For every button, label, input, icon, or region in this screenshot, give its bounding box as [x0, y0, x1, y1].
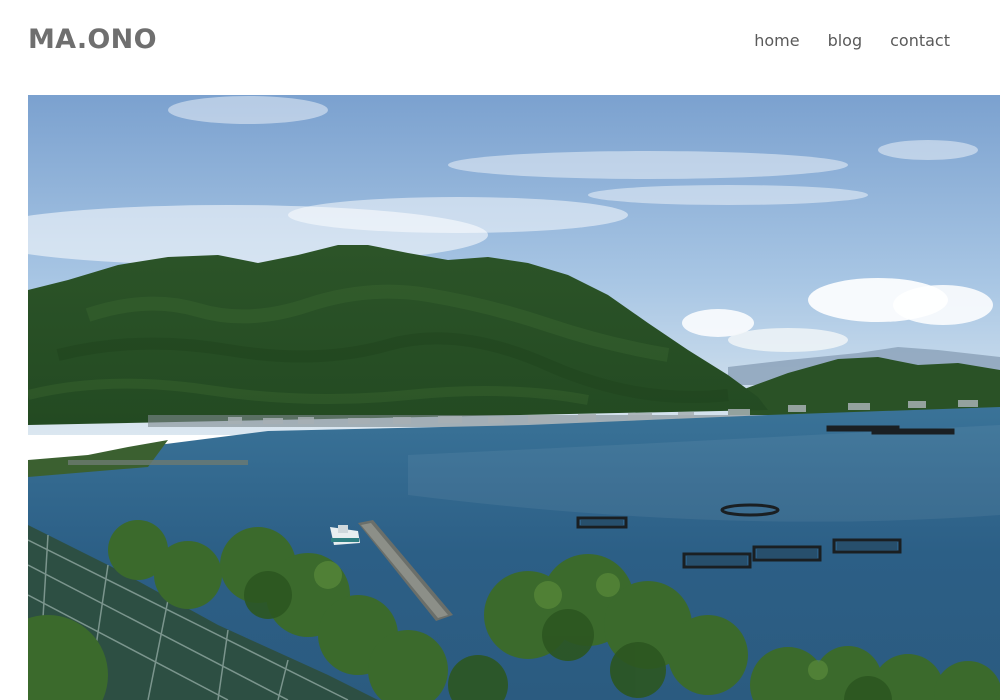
nav-link-contact[interactable]: contact	[890, 31, 950, 50]
nav-link-home[interactable]: home	[754, 31, 799, 50]
main-nav: home blog contact	[726, 31, 950, 50]
site-logo[interactable]: MA.ONO	[28, 24, 157, 55]
landscape-photo-icon	[28, 95, 1000, 700]
site-header: MA.ONO home blog contact	[0, 0, 1000, 95]
nav-link-blog[interactable]: blog	[828, 31, 863, 50]
hero-image	[28, 95, 1000, 700]
